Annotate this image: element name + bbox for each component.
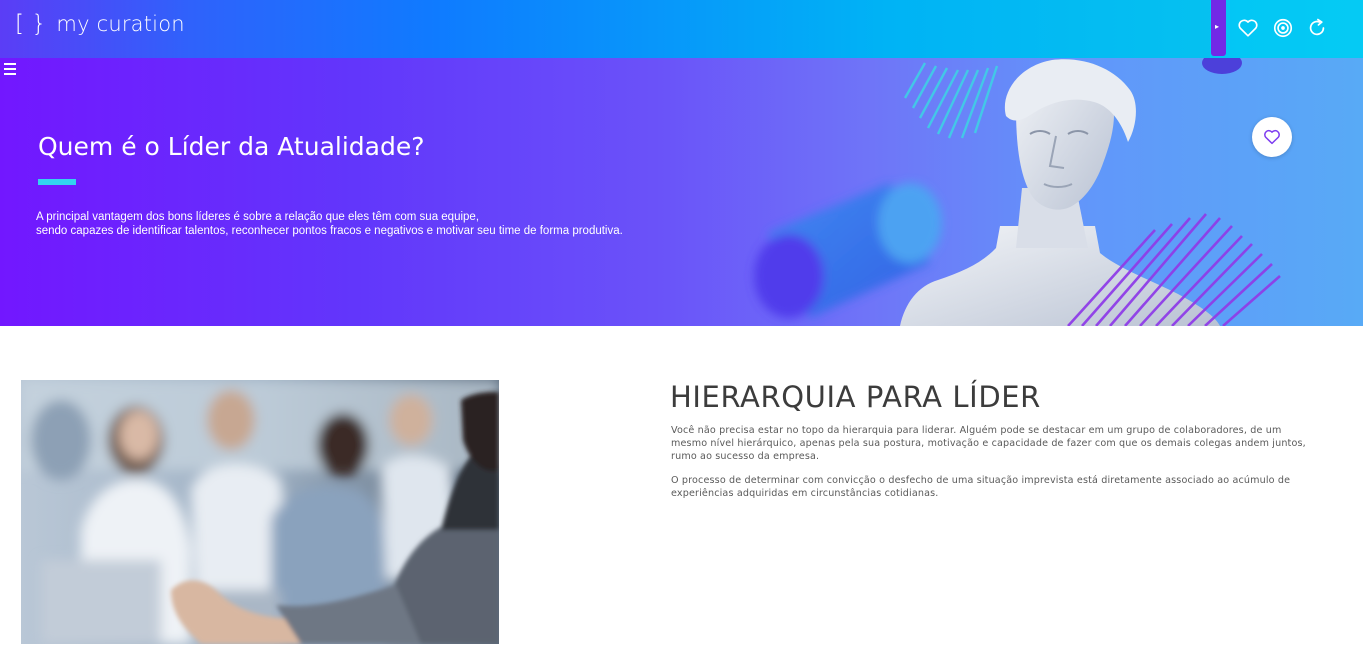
toolbar-collapse-button[interactable]: ▸ [1211,0,1226,56]
hamburger-menu-icon[interactable] [4,63,16,76]
statue-illustration [754,58,1281,326]
hero-description-line: sendo capazes de identificar talentos, r… [36,225,623,237]
section-title: HIERARQUIA PARA LÍDER [670,380,1041,414]
hero-banner: Quem é o Líder da Atualidade? A principa… [0,58,1363,326]
logo-text: my curation [56,12,185,36]
logo[interactable]: [ } my curation [15,11,185,37]
meeting-photo [21,380,499,644]
hero-description: A principal vantagem dos bons líderes é … [36,210,623,238]
heart-icon[interactable] [1237,17,1259,39]
caret-right-icon: ▸ [1215,22,1220,31]
hero-title: Quem é o Líder da Atualidade? [38,132,425,161]
hero-description-line: A principal vantagem dos bons líderes é … [36,211,480,223]
favorite-button[interactable] [1252,117,1292,157]
section-paragraph: O processo de determinar com convicção o… [671,475,1291,500]
top-bar: [ } my curation ▸ [0,0,1363,58]
heart-icon [1264,129,1280,145]
logo-brackets: [ } [15,11,47,37]
title-accent-bar [38,179,76,185]
target-icon[interactable] [1272,17,1294,39]
section-paragraph: Você não precisa estar no topo da hierar… [671,425,1306,462]
statue [900,59,1220,326]
section-body: Você não precisa estar no topo da hierar… [671,425,1311,513]
refresh-icon[interactable] [1306,17,1328,39]
